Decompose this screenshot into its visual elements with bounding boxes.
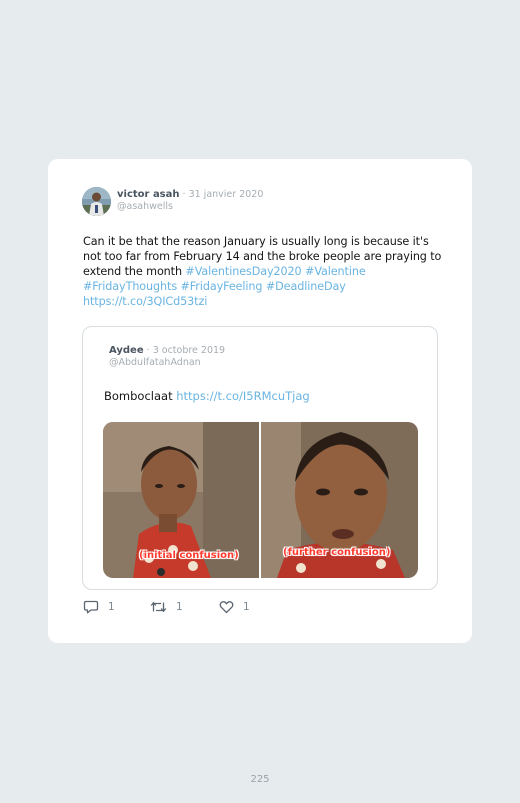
retweet-button[interactable]: 1 (150, 599, 183, 615)
page-number: 225 (250, 774, 270, 785)
quoted-meta-separator: · (143, 345, 153, 356)
hashtag-link[interactable]: #ValentinesDay2020 (185, 265, 301, 278)
reply-icon (83, 600, 99, 614)
media-image-left[interactable]: (initial confusion) (103, 422, 259, 578)
author-handle[interactable]: @asahwells (117, 201, 173, 212)
media-caption-right: (further confusion) (283, 547, 391, 558)
tweet-date[interactable]: 31 janvier 2020 (189, 189, 264, 200)
hashtag-link[interactable]: #FridayFeeling (181, 280, 263, 293)
media-image-right[interactable]: (further confusion) (261, 422, 418, 578)
hashtag-link[interactable]: #FridayThoughts (83, 280, 177, 293)
reply-button[interactable]: 1 (83, 599, 115, 615)
meta-separator: · (179, 189, 189, 200)
author-name[interactable]: victor asah (117, 189, 180, 200)
quoted-date[interactable]: 3 octobre 2019 (153, 345, 225, 356)
tweet-text: Can it be that the reason January is usu… (83, 234, 445, 309)
quoted-handle[interactable]: @AbdulfatahAdnan (109, 357, 201, 368)
quoted-author-line: Aydee · 3 octobre 2019 (109, 344, 225, 357)
heart-icon (219, 600, 234, 614)
quoted-link[interactable]: https://t.co/I5RMcuTjag (176, 389, 309, 403)
author-line: victor asah · 31 janvier 2020 (117, 188, 263, 201)
media-caption-left: (initial confusion) (139, 550, 239, 561)
quoted-body: Bomboclaat (104, 389, 177, 403)
retweet-count: 1 (176, 601, 183, 613)
quoted-tweet[interactable]: Aydee · 3 octobre 2019 @AbdulfatahAdnan … (82, 326, 438, 590)
hashtag-link[interactable]: #DeadlineDay (266, 280, 346, 293)
retweet-icon (150, 600, 167, 614)
like-count: 1 (243, 601, 250, 613)
quoted-author-name[interactable]: Aydee (109, 345, 144, 356)
tweet-link[interactable]: https://t.co/3QICd53tzi (83, 295, 207, 308)
quoted-media[interactable]: (initial confusion) (further confusion) (103, 422, 418, 578)
tweet-actions: 1 1 1 (83, 599, 283, 615)
reply-count: 1 (108, 601, 115, 613)
like-button[interactable]: 1 (219, 599, 250, 615)
quoted-text: Bomboclaat https://t.co/I5RMcuTjag (104, 389, 310, 403)
hashtag-link[interactable]: #Valentine (305, 265, 366, 278)
author-avatar[interactable] (82, 187, 111, 216)
tweet-card: victor asah · 31 janvier 2020 @asahwells… (48, 159, 472, 643)
